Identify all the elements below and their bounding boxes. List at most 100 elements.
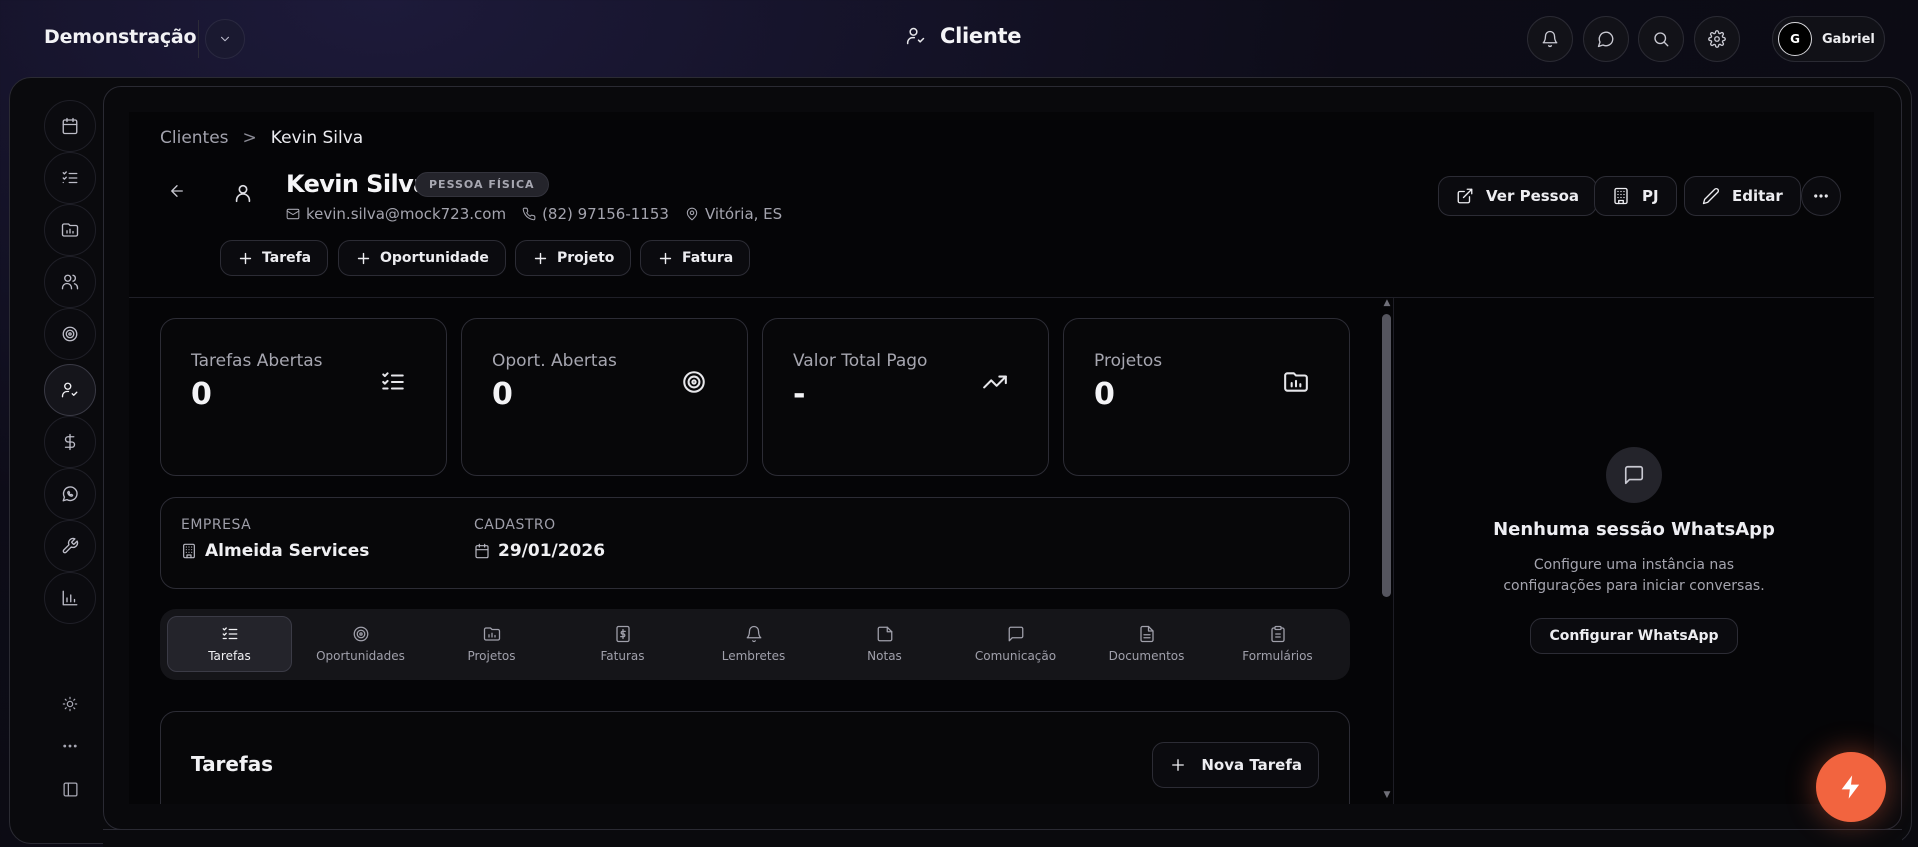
target-icon	[681, 369, 707, 395]
person-icon	[232, 182, 254, 204]
tab-label: Faturas	[600, 649, 645, 663]
avatar: G	[1778, 22, 1812, 56]
list-check-icon	[380, 369, 406, 395]
whatsapp-desc-line-2: configurações para iniciar conversas.	[1503, 578, 1765, 594]
nav-projects[interactable]	[44, 204, 96, 256]
plus-icon	[357, 252, 370, 264]
folder-chart-icon	[1283, 369, 1309, 395]
add-opportunity-button[interactable]: Oportunidade	[338, 240, 506, 276]
add-project-button[interactable]: Projeto	[515, 240, 632, 276]
whatsapp-desc-line-1: Configure uma instância nas	[1533, 557, 1735, 573]
registration-field: CADASTRO 29/01/2026	[474, 517, 605, 561]
configure-whatsapp-button[interactable]: Configurar WhatsApp	[1530, 618, 1738, 654]
edit-button[interactable]: Editar	[1684, 176, 1801, 216]
stat-value: 0	[492, 377, 513, 412]
tab-invoices[interactable]: Faturas	[560, 616, 685, 672]
stat-card-projects: Projetos 0	[1063, 318, 1350, 476]
clipboard-icon	[1270, 625, 1285, 643]
breadcrumb-separator: >	[242, 128, 257, 148]
tab-opportunities[interactable]: Oportunidades	[298, 616, 423, 672]
stat-card-open-tasks: Tarefas Abertas 0	[160, 318, 447, 476]
header-divider	[129, 297, 1874, 298]
workspace-name[interactable]: Demonstração	[44, 26, 197, 48]
whatsapp-icon	[62, 486, 78, 502]
wrench-icon	[62, 537, 79, 554]
new-task-button[interactable]: Nova Tarefa	[1152, 742, 1319, 788]
view-person-button[interactable]: Ver Pessoa	[1438, 176, 1598, 216]
scroll-down-arrow[interactable]: ▼	[1382, 790, 1392, 800]
list-check-icon	[62, 171, 78, 184]
registration-value: 29/01/2026	[498, 541, 606, 561]
tab-documents[interactable]: Documentos	[1084, 616, 1209, 672]
pencil-icon	[1702, 188, 1719, 205]
plus-icon	[534, 252, 547, 264]
back-button[interactable]	[168, 182, 186, 200]
settings-button[interactable]	[1694, 16, 1740, 62]
target-icon	[353, 626, 368, 642]
theme-toggle[interactable]	[44, 684, 96, 724]
building-icon	[183, 543, 195, 559]
add-task-button[interactable]: Tarefa	[220, 240, 329, 276]
nav-whatsapp[interactable]	[44, 468, 96, 520]
nav-calendar[interactable]	[44, 100, 96, 152]
client-email[interactable]: kevin.silva@mock723.com	[286, 205, 506, 223]
nav-tasks[interactable]	[44, 152, 96, 204]
receipt-icon	[615, 625, 630, 643]
registration-label: CADASTRO	[474, 517, 556, 533]
users-icon	[61, 274, 79, 290]
bar-chart-icon	[62, 590, 78, 606]
tab-label: Formulários	[1242, 649, 1313, 663]
quick-action-fab[interactable]	[1816, 752, 1886, 822]
breadcrumb-current: Kevin Silva	[270, 128, 364, 148]
workspace-switcher-button[interactable]	[205, 19, 245, 59]
collapse-sidebar-button[interactable]	[44, 769, 96, 809]
sun-icon	[62, 696, 78, 712]
plus-icon	[659, 252, 672, 264]
arrow-left-icon	[171, 185, 183, 197]
tab-label: Comunicação	[974, 649, 1057, 663]
panel-divider	[1393, 298, 1394, 804]
breadcrumb: Clientes > Kevin Silva	[160, 128, 363, 148]
client-email-text: kevin.silva@mock723.com	[306, 205, 507, 223]
nav-tools[interactable]	[44, 520, 96, 572]
plus-icon	[1172, 759, 1185, 771]
tab-communication[interactable]: Comunicação	[953, 616, 1078, 672]
tab-tasks[interactable]: Tarefas	[167, 616, 292, 672]
panel-left-icon	[62, 781, 78, 797]
add-opportunity-label: Oportunidade	[380, 250, 489, 266]
add-invoice-button[interactable]: Fatura	[640, 240, 751, 276]
company-value[interactable]: Almeida Services	[205, 541, 369, 561]
breadcrumb-clients-link[interactable]: Clientes	[160, 128, 229, 148]
nav-finance[interactable]	[44, 416, 96, 468]
dollar-icon	[64, 433, 76, 451]
tab-forms[interactable]: Formulários	[1215, 616, 1340, 672]
messages-button[interactable]	[1583, 16, 1629, 62]
nav-people[interactable]	[44, 256, 96, 308]
client-phone[interactable]: (82) 97156-1153	[522, 205, 669, 223]
tab-label: Documentos	[1108, 649, 1185, 663]
search-button[interactable]	[1638, 16, 1684, 62]
tab-notes[interactable]: Notas	[822, 616, 947, 672]
tab-projects[interactable]: Projetos	[429, 616, 554, 672]
folder-chart-icon	[483, 627, 500, 641]
note-icon	[877, 626, 892, 642]
nav-opportunities[interactable]	[44, 308, 96, 360]
tab-reminders[interactable]: Lembretes	[691, 616, 816, 672]
more-actions-button[interactable]	[1801, 176, 1841, 216]
add-invoice-label: Fatura	[682, 250, 734, 266]
client-info-card: EMPRESA Almeida Services CADASTRO 29/01/…	[160, 497, 1350, 589]
bell-icon	[746, 625, 761, 643]
pj-button[interactable]: PJ	[1594, 176, 1677, 216]
user-menu[interactable]: G Gabriel	[1772, 16, 1885, 62]
notifications-button[interactable]	[1527, 16, 1573, 62]
scrollbar-thumb[interactable]	[1382, 314, 1391, 597]
user-check-icon	[906, 27, 925, 45]
nav-reports[interactable]	[44, 572, 96, 624]
more-nav-button[interactable]	[44, 726, 96, 766]
stat-label: Oport. Abertas	[492, 351, 617, 371]
stat-value: 0	[1094, 377, 1115, 412]
stat-value: -	[793, 377, 806, 412]
add-project-label: Projeto	[557, 250, 615, 266]
scroll-up-arrow[interactable]: ▲	[1382, 298, 1392, 308]
nav-clients[interactable]	[44, 364, 96, 416]
